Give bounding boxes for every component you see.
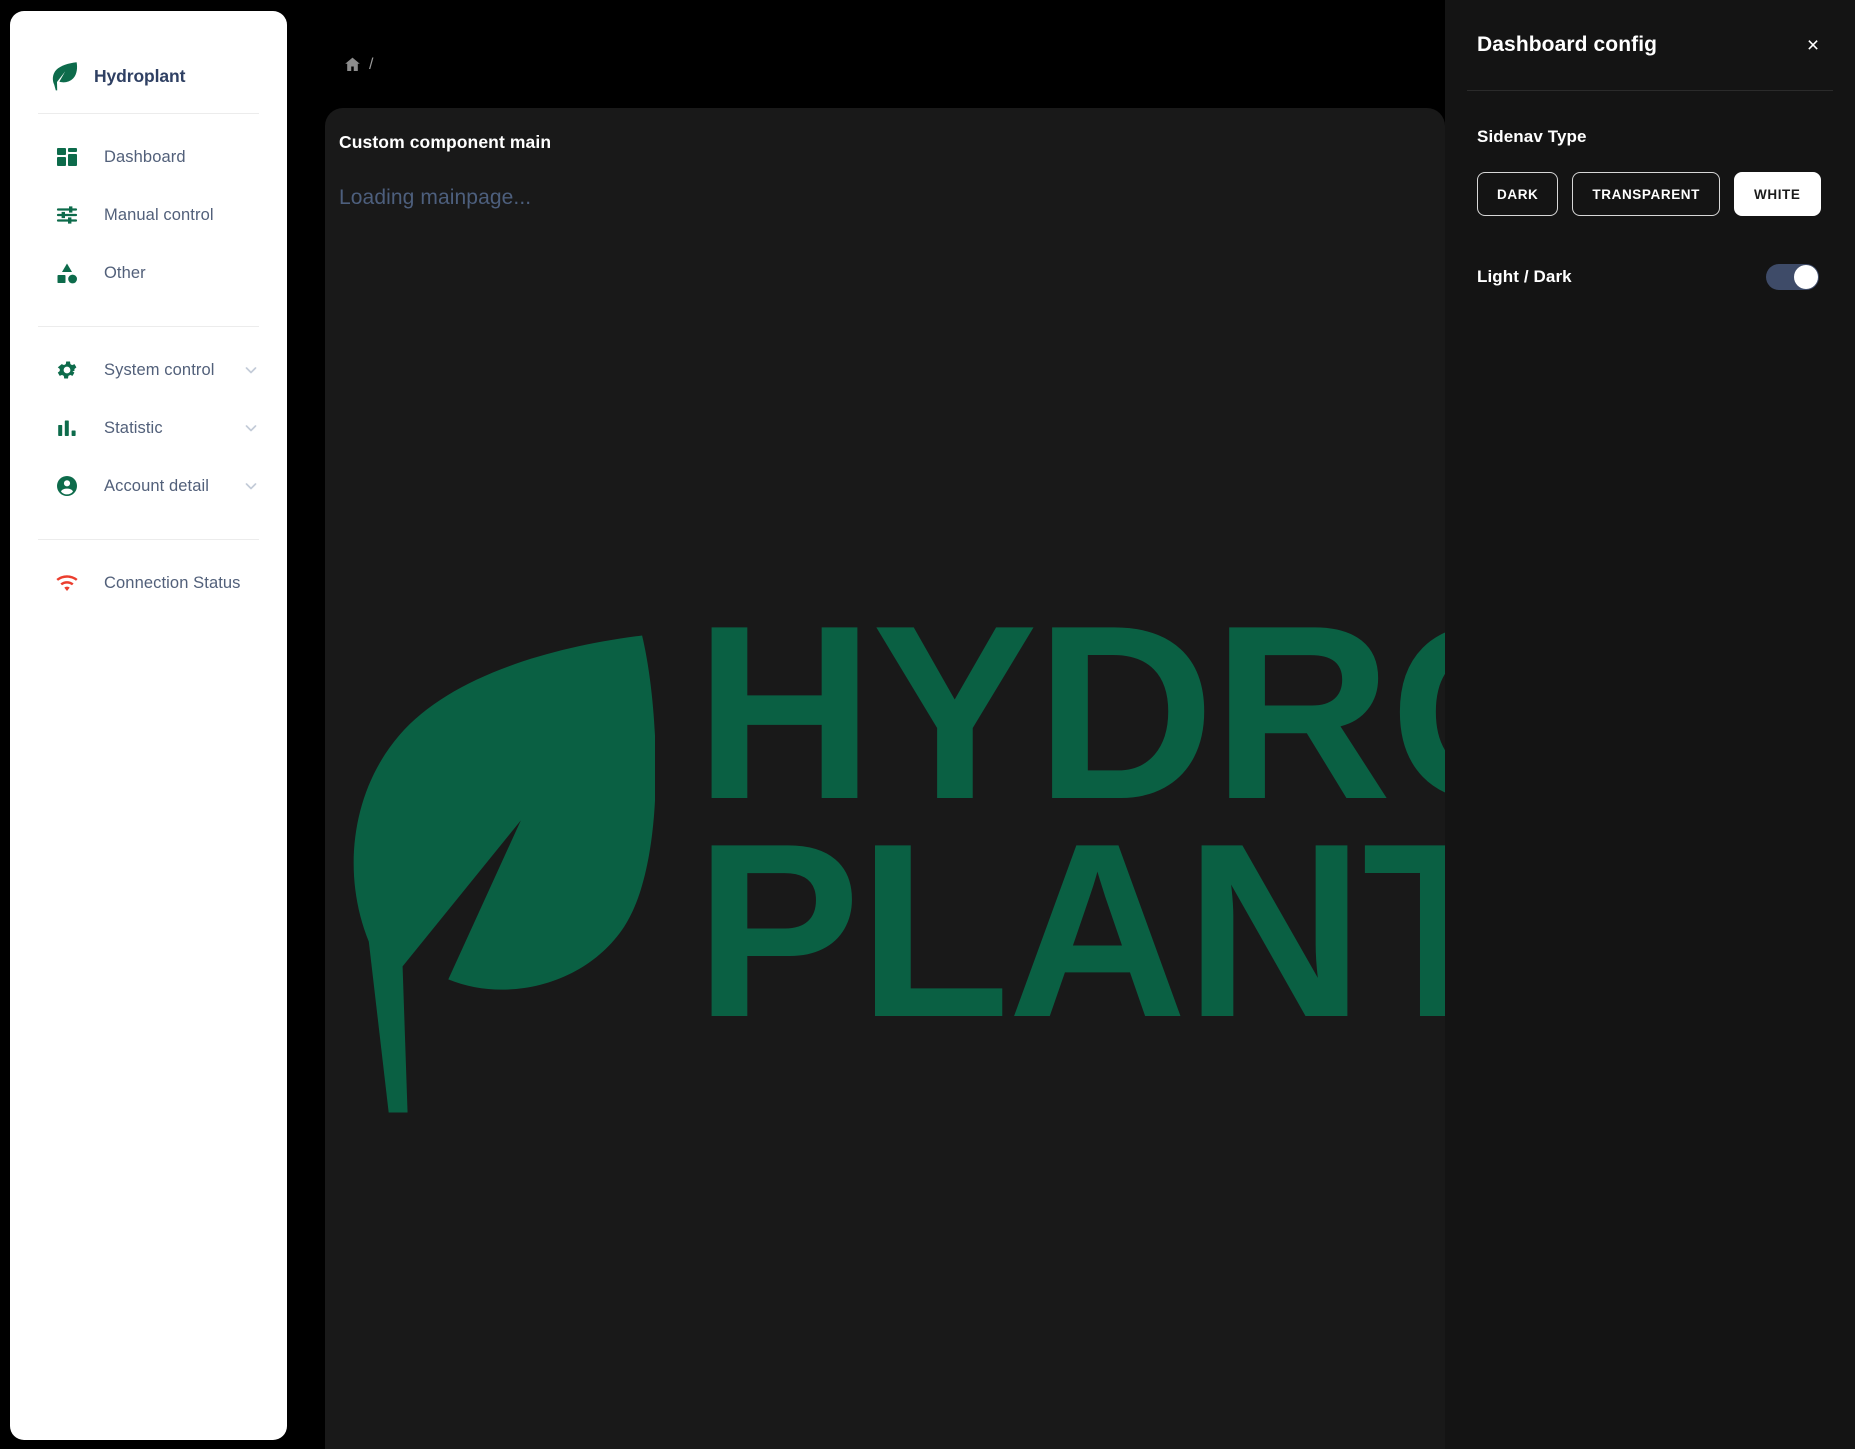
leaf-logo-icon — [337, 623, 655, 1125]
tune-sliders-icon — [54, 202, 80, 228]
brand-watermark: HYDRO PLANT — [337, 603, 1445, 1125]
sidebar-item-label: Manual control — [104, 206, 214, 225]
chevron-down-icon[interactable] — [243, 478, 259, 494]
sidebar: Hydroplant Dashboard — [10, 11, 287, 1440]
sidebar-primary-nav: Dashboard Manual control — [10, 114, 287, 316]
main-content-card: Custom component main Loading mainpage..… — [325, 108, 1445, 1449]
sidebar-item-label: System control — [104, 361, 215, 380]
config-panel-body: Sidenav Type DARK TRANSPARENT WHITE Ligh… — [1445, 91, 1855, 290]
breadcrumb-separator: / — [369, 57, 373, 73]
sidebar-item-label: Statistic — [104, 419, 163, 438]
sidenav-type-white-button[interactable]: WHITE — [1734, 172, 1821, 216]
dashboard-config-panel: Dashboard config × Sidenav Type DARK TRA… — [1445, 0, 1855, 1449]
sidenav-type-label: Sidenav Type — [1477, 127, 1823, 147]
sidebar-item-label: Connection Status — [104, 574, 241, 593]
dashboard-grid-icon — [54, 144, 80, 170]
theme-toggle-row: Light / Dark — [1477, 264, 1823, 290]
toggle-knob — [1794, 265, 1818, 289]
sidebar-item-dashboard[interactable]: Dashboard — [10, 128, 287, 186]
sidenav-type-transparent-button[interactable]: TRANSPARENT — [1572, 172, 1720, 216]
sidenav-type-dark-button[interactable]: DARK — [1477, 172, 1558, 216]
breadcrumb: / — [343, 0, 373, 107]
sidebar-item-other[interactable]: Other — [10, 244, 287, 302]
brand-name: Hydroplant — [94, 66, 185, 87]
sidebar-item-account-detail[interactable]: Account detail — [10, 457, 287, 515]
chevron-down-icon[interactable] — [243, 362, 259, 378]
leaf-icon — [52, 61, 78, 91]
watermark-text: HYDRO PLANT — [695, 603, 1445, 1039]
light-dark-toggle[interactable] — [1766, 264, 1819, 290]
account-circle-icon — [54, 473, 80, 499]
wifi-icon — [54, 570, 80, 596]
sidebar-item-statistic[interactable]: Statistic — [10, 399, 287, 457]
watermark-line-1: HYDRO — [695, 603, 1445, 821]
home-icon[interactable] — [343, 55, 362, 74]
hamburger-menu-icon[interactable] — [468, 39, 502, 69]
sidebar-secondary-nav: System control Statistic — [10, 327, 287, 529]
theme-toggle-label: Light / Dark — [1477, 267, 1572, 287]
gear-icon — [54, 357, 80, 383]
config-panel-header: Dashboard config × — [1445, 0, 1855, 90]
sidebar-item-connection-status[interactable]: Connection Status — [10, 554, 287, 612]
watermark-line-2: PLANT — [695, 821, 1445, 1039]
sidebar-item-label: Dashboard — [104, 148, 186, 167]
page-title: Custom component main — [339, 132, 551, 153]
sidebar-item-label: Other — [104, 264, 146, 283]
sidebar-item-label: Account detail — [104, 477, 209, 496]
brand-header[interactable]: Hydroplant — [10, 11, 287, 103]
config-panel-title: Dashboard config — [1477, 33, 1657, 57]
sidebar-item-manual-control[interactable]: Manual control — [10, 186, 287, 244]
chevron-down-icon[interactable] — [243, 420, 259, 436]
bar-chart-icon — [54, 415, 80, 441]
topbar: / — [312, 0, 1445, 107]
app-root: Hydroplant Dashboard — [0, 0, 1855, 1449]
close-icon[interactable]: × — [1798, 30, 1828, 60]
loading-status-text: Loading mainpage... — [339, 186, 531, 210]
sidebar-status-nav: Connection Status — [10, 540, 287, 626]
sidebar-item-system-control[interactable]: System control — [10, 341, 287, 399]
sidenav-type-options: DARK TRANSPARENT WHITE — [1477, 172, 1823, 216]
category-shapes-icon — [54, 260, 80, 286]
